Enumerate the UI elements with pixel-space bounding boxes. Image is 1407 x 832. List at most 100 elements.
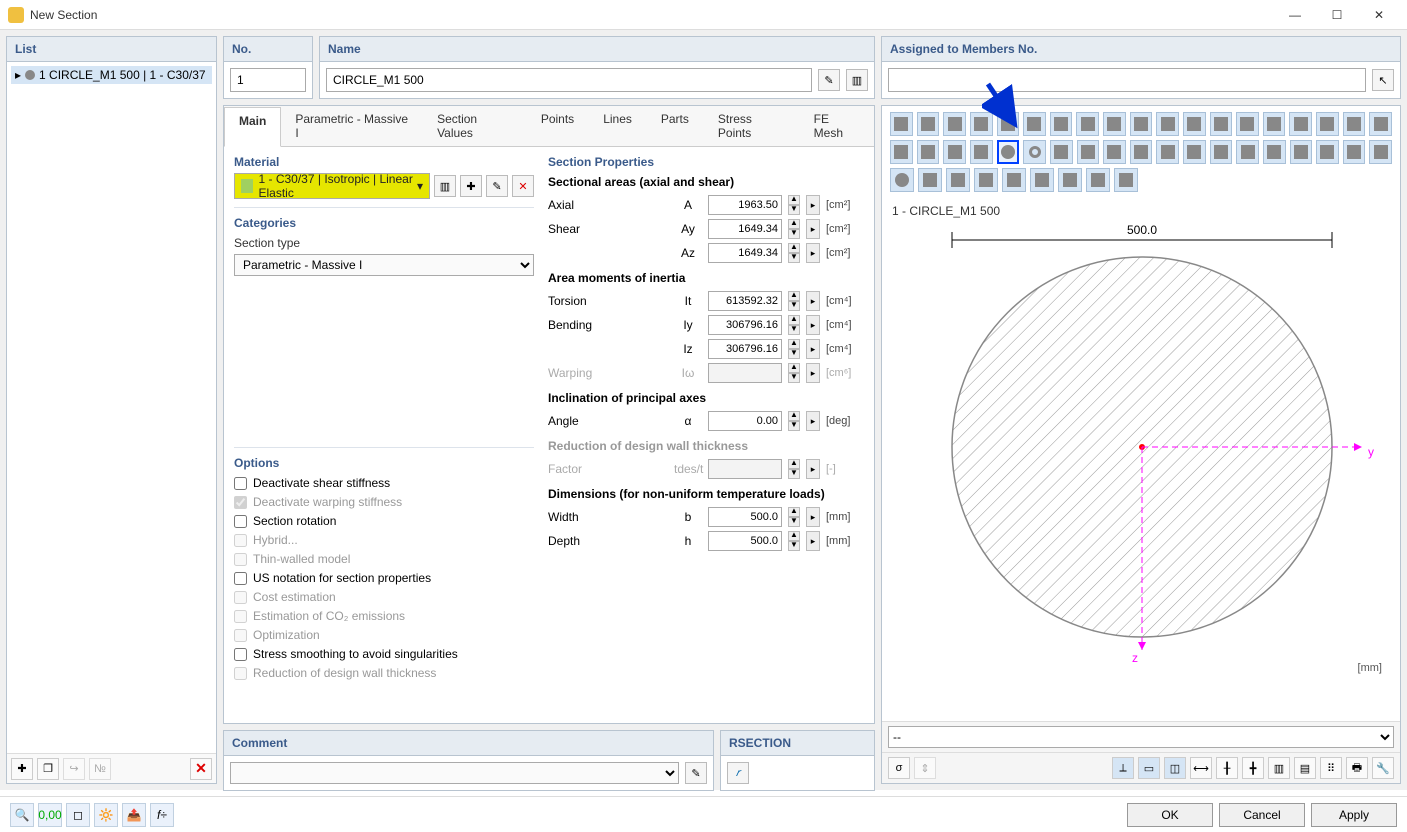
delete-icon[interactable]: ✕: [190, 758, 212, 780]
shape-button[interactable]: [1156, 112, 1179, 136]
shape-button[interactable]: [1156, 140, 1179, 164]
comment-edit-icon[interactable]: ✎: [685, 762, 707, 784]
shape-button[interactable]: [1316, 140, 1339, 164]
render-icon[interactable]: ◻: [66, 803, 90, 827]
shape-button[interactable]: [1103, 112, 1126, 136]
material-new-icon[interactable]: ✚: [460, 175, 482, 197]
shape-button[interactable]: [946, 168, 970, 192]
prop-goto-icon[interactable]: ▸: [806, 315, 820, 335]
shape-button[interactable]: [1210, 112, 1233, 136]
maximize-button[interactable]: ☐: [1317, 1, 1357, 29]
prop-goto-icon[interactable]: ▸: [806, 291, 820, 311]
units-icon[interactable]: 0,00: [38, 803, 62, 827]
shape-button[interactable]: [1076, 112, 1099, 136]
material-edit-icon[interactable]: ✎: [486, 175, 508, 197]
option-row[interactable]: Deactivate shear stiffness: [234, 476, 534, 490]
edit-name-icon[interactable]: ✎: [818, 69, 840, 91]
shape-button[interactable]: [1289, 112, 1312, 136]
shape-button[interactable]: [917, 112, 940, 136]
shape-button[interactable]: [890, 112, 913, 136]
shape-button[interactable]: [1103, 140, 1126, 164]
pick-member-icon[interactable]: ↖: [1372, 69, 1394, 91]
tab-stress-points[interactable]: Stress Points: [704, 106, 800, 146]
deform-icon[interactable]: ⇕: [914, 757, 936, 779]
shape-button[interactable]: [943, 140, 966, 164]
shape-button[interactable]: [1183, 140, 1206, 164]
rsection-icon[interactable]: 𝑟: [727, 762, 749, 784]
shape-button[interactable]: [1290, 140, 1313, 164]
tab-section-values[interactable]: Section Values: [423, 106, 527, 146]
cancel-button[interactable]: Cancel: [1219, 803, 1305, 827]
comment-select[interactable]: [230, 762, 679, 784]
shape-button[interactable]: [943, 112, 966, 136]
material-delete-icon[interactable]: ✕: [512, 175, 534, 197]
shape-button[interactable]: [917, 140, 940, 164]
help-icon[interactable]: 🔍: [10, 803, 34, 827]
option-row[interactable]: Section rotation: [234, 514, 534, 528]
shape-button[interactable]: [1210, 140, 1233, 164]
shape-button[interactable]: [1002, 168, 1026, 192]
tree-item[interactable]: ▸ 1 CIRCLE_M1 500 | 1 - C30/37: [11, 66, 212, 84]
spin-down-icon[interactable]: ▼: [788, 517, 800, 527]
option-checkbox[interactable]: [234, 572, 247, 585]
shape-button[interactable]: [1050, 140, 1073, 164]
prop-input[interactable]: [708, 243, 782, 263]
view-fit-icon[interactable]: ▭: [1138, 757, 1160, 779]
spin-down-icon[interactable]: ▼: [788, 349, 800, 359]
preview-view-select[interactable]: --: [888, 726, 1394, 748]
export-icon[interactable]: 📤: [122, 803, 146, 827]
prop-input[interactable]: [708, 195, 782, 215]
prop-input[interactable]: [708, 411, 782, 431]
view-grid-icon[interactable]: ▥: [1268, 757, 1290, 779]
function-icon[interactable]: f÷: [150, 803, 174, 827]
view-principal-icon[interactable]: ╋: [1242, 757, 1264, 779]
shape-button[interactable]: [1030, 168, 1054, 192]
shape-button[interactable]: [918, 168, 942, 192]
library-icon[interactable]: ▥: [846, 69, 868, 91]
shape-button[interactable]: [890, 168, 914, 192]
shape-button[interactable]: [1023, 140, 1046, 164]
prop-goto-icon[interactable]: ▸: [806, 243, 820, 263]
shape-button[interactable]: [1114, 168, 1138, 192]
apply-button[interactable]: Apply: [1311, 803, 1397, 827]
ok-button[interactable]: OK: [1127, 803, 1213, 827]
tab-fe-mesh[interactable]: FE Mesh: [800, 106, 874, 146]
spin-down-icon[interactable]: ▼: [788, 301, 800, 311]
shape-button[interactable]: [1050, 112, 1073, 136]
name-input[interactable]: [326, 68, 812, 92]
show-icon[interactable]: 🔆: [94, 803, 118, 827]
view-iso-icon[interactable]: ◫: [1164, 757, 1186, 779]
option-row[interactable]: Stress smoothing to avoid singularities: [234, 647, 534, 661]
option-row[interactable]: US notation for section properties: [234, 571, 534, 585]
section-preview[interactable]: 500.0 y: [892, 222, 1390, 662]
shape-button[interactable]: [1130, 140, 1153, 164]
copy-icon[interactable]: ❐: [37, 758, 59, 780]
stress-icon[interactable]: σ: [888, 757, 910, 779]
shape-button[interactable]: [1058, 168, 1082, 192]
print-icon[interactable]: 🖶: [1346, 757, 1368, 779]
spin-down-icon[interactable]: ▼: [788, 253, 800, 263]
shape-button[interactable]: [1077, 140, 1100, 164]
tab-main[interactable]: Main: [224, 107, 281, 147]
section-type-select[interactable]: Parametric - Massive I: [234, 254, 534, 276]
shape-button[interactable]: [970, 140, 993, 164]
tab-parametric-massive-i[interactable]: Parametric - Massive I: [281, 106, 423, 146]
view-dim-icon[interactable]: ⟷: [1190, 757, 1212, 779]
prop-input[interactable]: [708, 315, 782, 335]
shape-button[interactable]: [1263, 140, 1286, 164]
settings-icon[interactable]: 🔧: [1372, 757, 1394, 779]
prop-goto-icon[interactable]: ▸: [806, 507, 820, 527]
shape-button[interactable]: [1263, 112, 1286, 136]
shape-button[interactable]: [1343, 140, 1366, 164]
shape-button[interactable]: [1183, 112, 1206, 136]
new-icon[interactable]: ✚: [11, 758, 33, 780]
minimize-button[interactable]: —: [1275, 1, 1315, 29]
prop-input[interactable]: [708, 291, 782, 311]
close-button[interactable]: ✕: [1359, 1, 1399, 29]
shape-button[interactable]: [1086, 168, 1110, 192]
option-checkbox[interactable]: [234, 648, 247, 661]
prop-goto-icon[interactable]: ▸: [806, 339, 820, 359]
prop-input[interactable]: [708, 531, 782, 551]
option-checkbox[interactable]: [234, 477, 247, 490]
option-checkbox[interactable]: [234, 515, 247, 528]
